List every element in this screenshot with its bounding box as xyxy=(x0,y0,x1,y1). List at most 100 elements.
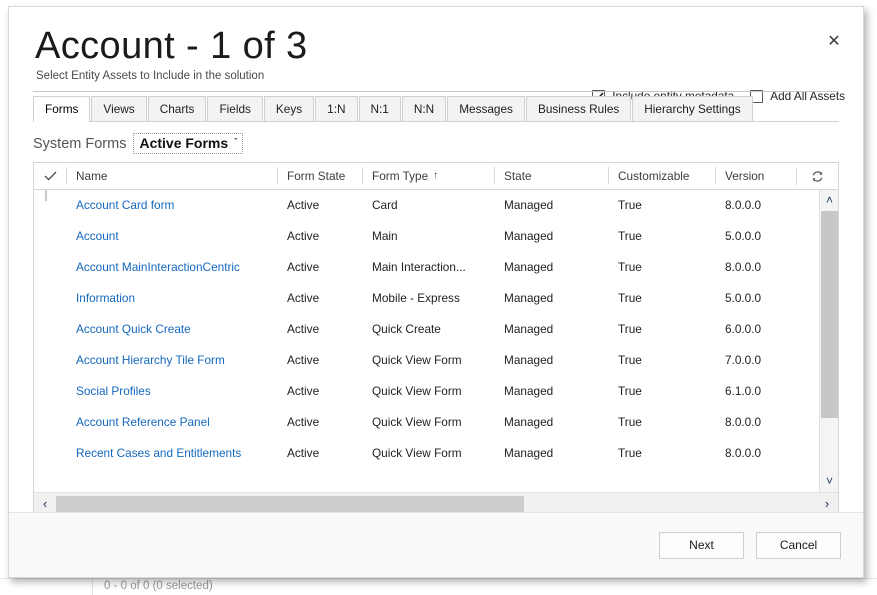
cell-state: Managed xyxy=(494,345,608,376)
grid-header-row: Name Form State Form Type ↑ State Customi… xyxy=(34,163,838,190)
cell-state: Managed xyxy=(494,252,608,283)
background-divider xyxy=(0,578,877,579)
tab-keys[interactable]: Keys xyxy=(264,96,314,121)
cell-name[interactable]: Account Hierarchy Tile Form xyxy=(66,345,277,376)
column-label: Name xyxy=(76,169,107,183)
cell-form-state: Active xyxy=(277,345,362,376)
cell-customizable: True xyxy=(608,407,715,438)
column-header-customizable[interactable]: Customizable xyxy=(608,162,715,189)
cell-name[interactable]: Information xyxy=(66,283,277,314)
asset-tabs: Forms Views Charts Fields Keys 1:N N:1 N… xyxy=(33,97,839,122)
table-row[interactable]: Account Active Main Managed True 5.0.0.0 xyxy=(34,221,838,252)
cell-version: 8.0.0.0 xyxy=(715,407,805,438)
tab-fields[interactable]: Fields xyxy=(207,96,262,121)
cell-form-type: Quick Create xyxy=(362,314,494,345)
column-header-form-state[interactable]: Form State xyxy=(277,162,362,189)
scroll-down-icon[interactable]: ˅ xyxy=(820,471,839,492)
table-row[interactable]: Social Profiles Active Quick View Form M… xyxy=(34,376,838,407)
background-status-text: 0 - 0 of 0 (0 selected) xyxy=(104,580,213,592)
tab-one-to-many[interactable]: 1:N xyxy=(315,96,357,121)
vertical-scrollbar[interactable]: ˄ ˅ xyxy=(819,190,838,492)
tab-many-to-one[interactable]: N:1 xyxy=(359,96,401,121)
tab-forms[interactable]: Forms xyxy=(33,96,90,121)
column-header-version[interactable]: Version xyxy=(715,162,805,189)
cell-customizable: True xyxy=(608,438,715,469)
cell-form-state: Active xyxy=(277,376,362,407)
forms-grid: Name Form State Form Type ↑ State Customi… xyxy=(33,162,839,516)
cell-version: 7.0.0.0 xyxy=(715,345,805,376)
select-all-header[interactable] xyxy=(34,162,66,189)
cell-form-state: Active xyxy=(277,252,362,283)
cell-name[interactable]: Account MainInteractionCentric xyxy=(66,252,277,283)
column-label: Customizable xyxy=(618,169,689,183)
column-label: Form State xyxy=(287,169,345,183)
tab-hierarchy-settings[interactable]: Hierarchy Settings xyxy=(632,96,752,121)
chevron-down-icon: ˇ xyxy=(234,138,237,147)
cell-state: Managed xyxy=(494,283,608,314)
cell-name[interactable]: Social Profiles xyxy=(66,376,277,407)
cell-form-type: Main Interaction... xyxy=(362,252,494,283)
sort-ascending-icon: ↑ xyxy=(433,170,438,181)
column-label: Form Type xyxy=(372,169,428,183)
vertical-scroll-thumb[interactable] xyxy=(821,211,838,418)
cell-customizable: True xyxy=(608,221,715,252)
column-label: State xyxy=(504,169,532,183)
next-button[interactable]: Next xyxy=(659,532,744,559)
column-label: Version xyxy=(725,169,764,183)
table-row[interactable]: Account Reference Panel Active Quick Vie… xyxy=(34,407,838,438)
scroll-up-icon[interactable]: ˄ xyxy=(820,190,839,211)
horizontal-scroll-track[interactable] xyxy=(56,496,816,512)
cell-state: Managed xyxy=(494,376,608,407)
form-filter-dropdown[interactable]: Active Forms ˇ xyxy=(133,133,243,154)
checkmark-icon xyxy=(44,171,57,181)
cell-form-state: Active xyxy=(277,221,362,252)
cell-state: Managed xyxy=(494,221,608,252)
dialog-footer: Next Cancel xyxy=(9,512,863,577)
cell-form-state: Active xyxy=(277,314,362,345)
tab-many-to-many[interactable]: N:N xyxy=(402,96,446,121)
system-forms-bar: System Forms Active Forms ˇ xyxy=(33,133,839,155)
tab-charts[interactable]: Charts xyxy=(148,96,207,121)
cell-customizable: True xyxy=(608,345,715,376)
cell-state: Managed xyxy=(494,314,608,345)
cell-form-state: Active xyxy=(277,438,362,469)
cell-name[interactable]: Account Card form xyxy=(66,190,277,221)
refresh-icon[interactable] xyxy=(796,163,838,190)
cell-customizable: True xyxy=(608,190,715,221)
grid-body[interactable]: Account Card form Active Card Managed Tr… xyxy=(34,190,838,492)
cell-form-type: Quick View Form xyxy=(362,345,494,376)
column-header-name[interactable]: Name xyxy=(66,162,277,189)
column-header-state[interactable]: State xyxy=(494,162,608,189)
table-row[interactable]: Account MainInteractionCentric Active Ma… xyxy=(34,252,838,283)
dialog-body: Account - 1 of 3 Select Entity Assets to… xyxy=(9,7,863,512)
table-row[interactable]: Information Active Mobile - Express Mana… xyxy=(34,283,838,314)
table-row[interactable]: Account Quick Create Active Quick Create… xyxy=(34,314,838,345)
cell-form-type: Quick View Form xyxy=(362,376,494,407)
page-title: Account - 1 of 3 xyxy=(33,25,839,68)
cell-name[interactable]: Account Quick Create xyxy=(66,314,277,345)
tab-messages[interactable]: Messages xyxy=(447,96,525,121)
entity-assets-dialog: ✕ Account - 1 of 3 Select Entity Assets … xyxy=(8,6,864,578)
column-header-form-type[interactable]: Form Type ↑ xyxy=(362,162,494,189)
cell-version: 6.1.0.0 xyxy=(715,376,805,407)
cell-form-state: Active xyxy=(277,283,362,314)
cell-form-type: Main xyxy=(362,221,494,252)
tab-views[interactable]: Views xyxy=(91,96,146,121)
table-row[interactable]: Account Card form Active Card Managed Tr… xyxy=(34,190,838,221)
cell-form-type: Mobile - Express xyxy=(362,283,494,314)
cancel-button[interactable]: Cancel xyxy=(756,532,841,559)
cell-customizable: True xyxy=(608,283,715,314)
cell-form-type: Card xyxy=(362,190,494,221)
cell-version: 8.0.0.0 xyxy=(715,438,805,469)
cell-state: Managed xyxy=(494,438,608,469)
cell-customizable: True xyxy=(608,252,715,283)
cell-version: 8.0.0.0 xyxy=(715,252,805,283)
cell-name[interactable]: Account Reference Panel xyxy=(66,407,277,438)
table-row[interactable]: Account Hierarchy Tile Form Active Quick… xyxy=(34,345,838,376)
horizontal-scroll-thumb[interactable] xyxy=(56,496,524,512)
tab-business-rules[interactable]: Business Rules xyxy=(526,96,631,121)
cell-name[interactable]: Recent Cases and Entitlements xyxy=(66,438,277,469)
table-row[interactable]: Recent Cases and Entitlements Active Qui… xyxy=(34,438,838,469)
cell-name[interactable]: Account xyxy=(66,221,277,252)
cell-version: 5.0.0.0 xyxy=(715,221,805,252)
